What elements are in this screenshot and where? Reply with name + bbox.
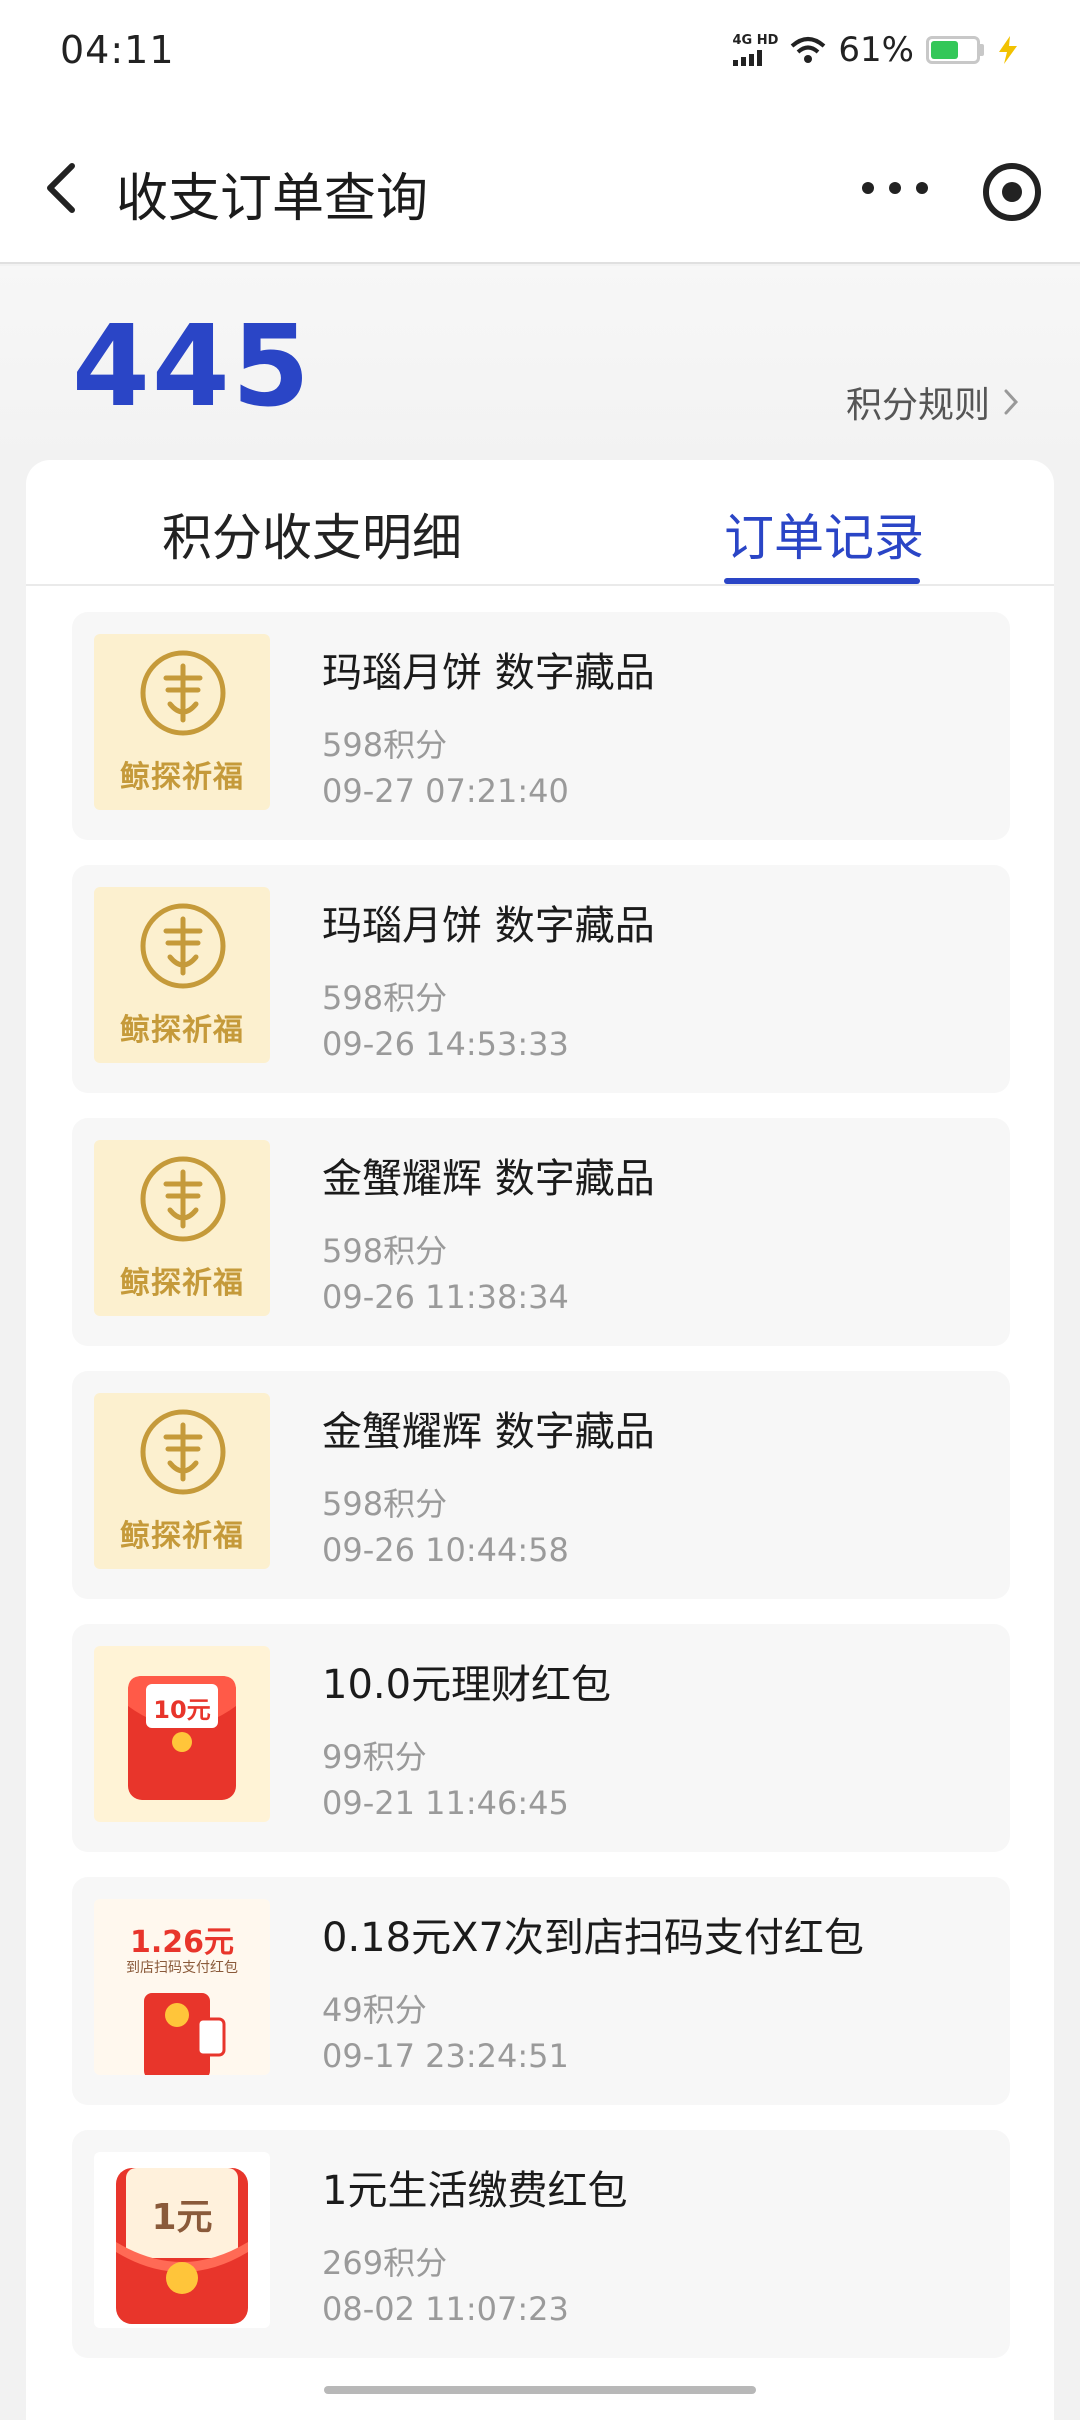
wifi-icon xyxy=(791,37,826,63)
close-miniprogram-icon[interactable] xyxy=(976,156,1048,228)
thumbnail-subcaption: 到店扫码支付红包 xyxy=(126,1960,238,1976)
blessing-emblem-icon xyxy=(140,1409,226,1495)
order-points: 598积分 xyxy=(322,726,448,764)
order-name: 10.0元理财红包 xyxy=(322,1662,612,1708)
order-time: 09-26 10:44:58 xyxy=(322,1531,569,1569)
order-name: 0.18元X7次到店扫码支付红包 xyxy=(322,1915,864,1961)
thumbnail-caption: 1元 xyxy=(151,2197,213,2238)
order-item[interactable]: 1.26元 到店扫码支付红包 0.18元X7次到店扫码支付红包 49积分 09-… xyxy=(72,1877,1010,2105)
order-item[interactable]: 鲸探祈福 玛瑙月饼 数字藏品 598积分 09-26 14:53:33 xyxy=(72,865,1010,1093)
order-thumbnail: 10元 xyxy=(94,1646,270,1822)
records-card: 积分收支明细 订单记录 鲸探祈福 玛瑙月饼 数字藏品 598积分 09-27 0… xyxy=(26,460,1054,2420)
order-time: 08-02 11:07:23 xyxy=(322,2290,569,2328)
order-thumbnail: 鲸探祈福 xyxy=(94,1393,270,1569)
order-time: 09-26 11:38:34 xyxy=(322,1278,569,1316)
bill-envelope-icon xyxy=(116,2168,248,2324)
order-points: 49积分 xyxy=(322,1991,427,2029)
order-item[interactable]: 鲸探祈福 玛瑙月饼 数字藏品 598积分 09-27 07:21:40 xyxy=(72,612,1010,840)
order-points: 598积分 xyxy=(322,1232,448,1270)
order-item[interactable]: 鲸探祈福 金蟹耀辉 数字藏品 598积分 09-26 10:44:58 xyxy=(72,1371,1010,1599)
points-summary: 445 积分规则 xyxy=(0,266,1080,466)
blessing-emblem-icon xyxy=(140,1156,226,1242)
thumbnail-caption: 鲸探祈福 xyxy=(120,760,244,795)
red-envelope-icon xyxy=(128,1676,236,1800)
status-time: 04:11 xyxy=(60,28,175,72)
order-thumbnail: 1.26元 到店扫码支付红包 xyxy=(94,1899,270,2075)
tab-order-records[interactable]: 订单记录 xyxy=(724,498,924,570)
order-list: 鲸探祈福 玛瑙月饼 数字藏品 598积分 09-27 07:21:40 鲸探祈福… xyxy=(72,612,1010,2383)
order-name: 金蟹耀辉 数字藏品 xyxy=(322,1156,655,1202)
scan-envelope-icon xyxy=(144,1993,226,2075)
blessing-emblem-icon xyxy=(140,650,226,736)
order-points: 598积分 xyxy=(322,979,448,1017)
order-time: 09-21 11:46:45 xyxy=(322,1784,569,1822)
status-indicators: 4G HD 61% xyxy=(732,30,1021,70)
order-name: 1元生活缴费红包 xyxy=(322,2168,628,2214)
order-time: 09-17 23:24:51 xyxy=(322,2037,569,2075)
chevron-right-icon xyxy=(1004,389,1019,415)
order-name: 金蟹耀辉 数字藏品 xyxy=(322,1409,655,1455)
cellular-signal-icon: 4G HD xyxy=(732,33,779,66)
active-tab-indicator xyxy=(724,578,920,584)
points-balance: 445 xyxy=(72,302,312,432)
battery-icon xyxy=(926,36,980,64)
order-name: 玛瑙月饼 数字藏品 xyxy=(322,903,655,949)
order-thumbnail: 鲸探祈福 xyxy=(94,1140,270,1316)
thumbnail-caption: 鲸探祈福 xyxy=(120,1013,244,1048)
order-item[interactable]: 10元 10.0元理财红包 99积分 09-21 11:46:45 xyxy=(72,1624,1010,1852)
order-item[interactable]: 鲸探祈福 金蟹耀辉 数字藏品 598积分 09-26 11:38:34 xyxy=(72,1118,1010,1346)
tab-points-detail[interactable]: 积分收支明细 xyxy=(162,498,462,570)
title-bar: 收支订单查询 xyxy=(0,112,1080,264)
thumbnail-caption: 10元 xyxy=(153,1696,211,1724)
thumbnail-caption: 鲸探祈福 xyxy=(120,1266,244,1301)
order-points: 598积分 xyxy=(322,1485,448,1523)
tab-bar: 积分收支明细 订单记录 xyxy=(26,460,1054,586)
thumbnail-caption: 鲸探祈福 xyxy=(120,1519,244,1554)
order-points: 269积分 xyxy=(322,2244,448,2282)
order-thumbnail: 1元 xyxy=(94,2152,270,2328)
network-type-label: 4G HD xyxy=(732,33,779,48)
back-icon[interactable] xyxy=(30,150,100,226)
page-title: 收支订单查询 xyxy=(116,169,429,229)
blessing-emblem-icon xyxy=(140,903,226,989)
home-indicator[interactable] xyxy=(324,2386,756,2394)
more-options-icon[interactable] xyxy=(850,162,940,214)
order-item[interactable]: 1元 1元生活缴费红包 269积分 08-02 11:07:23 xyxy=(72,2130,1010,2358)
order-thumbnail: 鲸探祈福 xyxy=(94,887,270,1063)
order-name: 玛瑙月饼 数字藏品 xyxy=(322,650,655,696)
status-bar: 04:11 4G HD 61% xyxy=(0,0,1080,112)
order-time: 09-27 07:21:40 xyxy=(322,772,569,810)
order-time: 09-26 14:53:33 xyxy=(322,1025,569,1063)
order-points: 99积分 xyxy=(322,1738,427,1776)
points-rules-link[interactable]: 积分规则 xyxy=(846,376,1020,428)
thumbnail-caption: 1.26元 xyxy=(129,1925,235,1960)
order-thumbnail: 鲸探祈福 xyxy=(94,634,270,810)
charging-icon xyxy=(999,36,1017,64)
battery-percent: 61% xyxy=(838,30,914,70)
points-rules-label: 积分规则 xyxy=(845,385,990,426)
